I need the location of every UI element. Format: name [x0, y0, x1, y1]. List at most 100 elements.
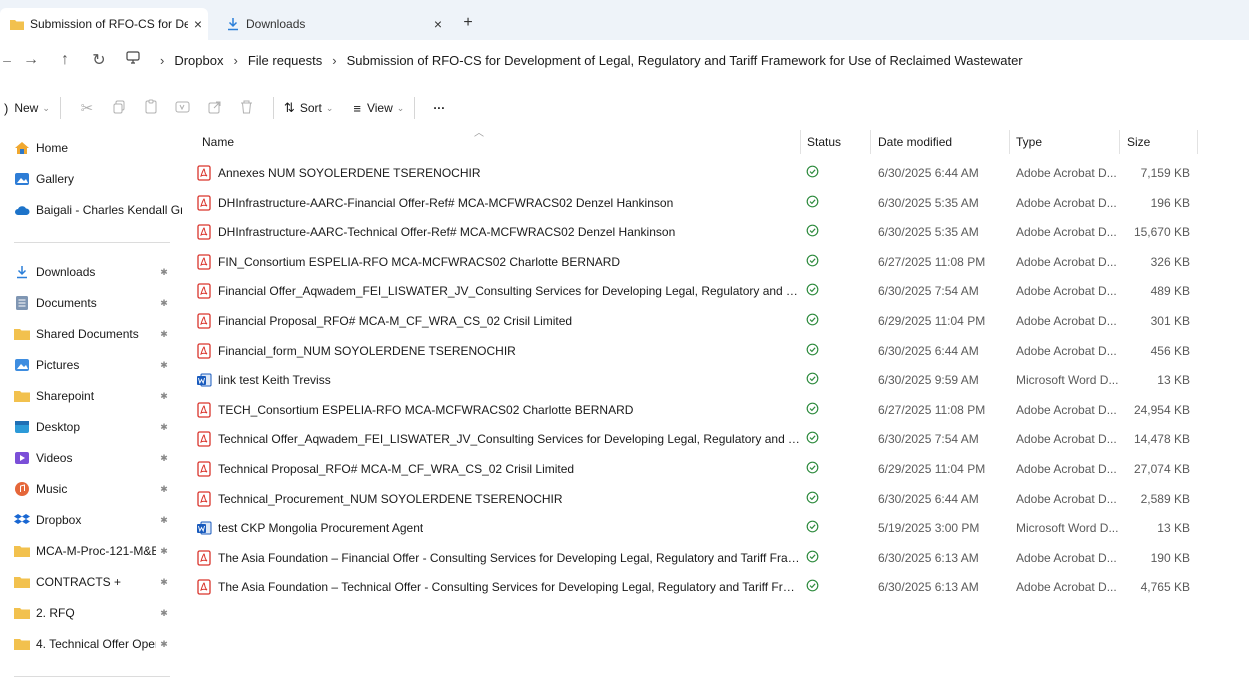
file-row[interactable]: The Asia Foundation – Technical Offer - … — [190, 572, 1190, 602]
pin-icon: ✱ — [160, 576, 168, 587]
column-divider[interactable] — [1009, 130, 1010, 154]
sidebar-item-pinned[interactable]: Documents ✱ — [0, 289, 182, 317]
file-row[interactable]: Annexes NUM SOYOLERDENE TSERENOCHIR 6/30/… — [190, 158, 1190, 188]
column-divider[interactable] — [800, 130, 801, 154]
sidebar-item-pinned[interactable]: Music ✱ — [0, 475, 182, 503]
share-button[interactable] — [199, 93, 231, 123]
sidebar-item-pinned[interactable]: 4. Technical Offer Openin ✱ — [0, 630, 182, 658]
column-divider[interactable] — [1197, 130, 1198, 154]
cut-button[interactable]: ✂ — [71, 93, 103, 123]
download-icon — [14, 264, 30, 280]
sidebar-item-pinned[interactable]: MCA-M-Proc-121-M&E I ✱ — [0, 537, 182, 565]
up-button[interactable]: ↑ — [48, 45, 82, 75]
synced-check-icon — [806, 431, 819, 447]
file-name-cell: Financial_form_NUM SOYOLERDENE TSERENOCH… — [196, 336, 800, 366]
new-button-label: New — [14, 101, 39, 115]
sync-status-cell — [806, 276, 866, 306]
file-row[interactable]: Financial Proposal_RFO# MCA-M_CF_WRA_CS_… — [190, 306, 1190, 336]
new-button[interactable]: ) New ⌄ — [0, 93, 50, 123]
close-tab-button[interactable]: × — [428, 16, 448, 32]
file-row[interactable]: Financial_form_NUM SOYOLERDENE TSERENOCH… — [190, 336, 1190, 366]
file-name-cell: Technical_Procurement_NUM SOYOLERDENE TS… — [196, 484, 800, 514]
new-plus-icon: ) — [4, 100, 9, 116]
pdf-file-icon — [196, 224, 212, 240]
column-divider[interactable] — [870, 130, 871, 154]
file-row[interactable]: link test Keith Treviss 6/30/2025 9:59 AM… — [190, 365, 1190, 395]
breadcrumb-item-dropbox[interactable]: Dropbox — [174, 53, 223, 68]
sidebar-item-label: Baigali - Charles Kendall Gro — [36, 203, 182, 217]
gallery-icon — [14, 171, 30, 187]
sidebar-item-pinned[interactable]: 2. RFQ ✱ — [0, 599, 182, 627]
sidebar-item-onedrive[interactable]: Baigali - Charles Kendall Gro — [0, 196, 182, 224]
synced-check-icon — [806, 343, 819, 359]
tab-file-request[interactable]: Submission of RFO-CS for Dev × — [0, 8, 208, 40]
file-name-cell: Annexes NUM SOYOLERDENE TSERENOCHIR — [196, 158, 800, 188]
forward-button[interactable]: → — [14, 45, 48, 75]
sort-button[interactable]: ⇅ Sort ⌄ — [284, 93, 333, 123]
file-row[interactable]: Financial Offer_Aqwadem_FEI_LISWATER_JV_… — [190, 276, 1190, 306]
column-header-name[interactable]: Name — [202, 128, 802, 156]
sidebar-item-label: Sharepoint — [36, 389, 95, 403]
back-button[interactable]: – — [0, 45, 14, 75]
file-row[interactable]: Technical Offer_Aqwadem_FEI_LISWATER_JV_… — [190, 424, 1190, 454]
delete-button[interactable] — [231, 93, 263, 123]
file-list: ︿ Name Status Date modified Type Size An… — [190, 128, 1249, 682]
breadcrumb-item-file-requests[interactable]: File requests — [248, 53, 322, 68]
file-name-cell: DHInfrastructure-AARC-Financial Offer-Re… — [196, 188, 800, 218]
sidebar-item-pinned[interactable]: Videos ✱ — [0, 444, 182, 472]
file-row[interactable]: DHInfrastructure-AARC-Financial Offer-Re… — [190, 188, 1190, 218]
file-row[interactable]: DHInfrastructure-AARC-Technical Offer-Re… — [190, 217, 1190, 247]
file-name-cell: The Asia Foundation – Technical Offer - … — [196, 572, 800, 602]
pdf-file-icon — [196, 194, 212, 211]
location-toggle-button[interactable] — [116, 45, 150, 75]
file-name: link test Keith Treviss — [218, 373, 331, 388]
sidebar-item-pinned[interactable]: Pictures ✱ — [0, 351, 182, 379]
folder-icon — [14, 543, 30, 559]
view-button[interactable]: ≡ View ⌄ — [353, 93, 404, 123]
sidebar-item-pinned[interactable]: Desktop ✱ — [0, 413, 182, 441]
file-size: 15,670 KB — [1133, 225, 1190, 240]
clipboard-icon — [144, 99, 158, 117]
sidebar-item-home[interactable]: Home — [0, 134, 182, 162]
tab-downloads[interactable]: Downloads × — [218, 8, 448, 40]
sidebar-item-pinned[interactable]: Shared Documents ✱ — [0, 320, 182, 348]
sidebar-item-pinned[interactable]: Downloads ✱ — [0, 258, 182, 286]
file-row[interactable]: TECH_Consortium ESPELIA-RFO MCA-MCFWRACS… — [190, 395, 1190, 425]
sidebar-item-pinned[interactable]: Dropbox ✱ — [0, 506, 182, 534]
pin-icon: ✱ — [160, 483, 168, 494]
date-modified: 6/27/2025 11:08 PM — [878, 254, 986, 269]
file-row[interactable]: The Asia Foundation – Financial Offer - … — [190, 543, 1190, 573]
pictures-icon — [14, 357, 30, 373]
sidebar-item-label: 2. RFQ — [36, 606, 75, 620]
sidebar-item-gallery[interactable]: Gallery — [0, 165, 182, 193]
sidebar-item-pinned[interactable]: Sharepoint ✱ — [0, 382, 182, 410]
column-header-size[interactable]: Size — [1127, 128, 1187, 156]
column-header-type[interactable]: Type — [1016, 128, 1126, 156]
file-name: Annexes NUM SOYOLERDENE TSERENOCHIR — [218, 166, 481, 180]
trash-icon — [240, 100, 253, 117]
file-row[interactable]: test CKP Mongolia Procurement Agent 5/19/… — [190, 513, 1190, 543]
rename-button[interactable] — [167, 93, 199, 123]
column-header-date[interactable]: Date modified — [878, 128, 1008, 156]
close-tab-button[interactable]: × — [188, 16, 208, 32]
new-tab-button[interactable]: + — [456, 12, 480, 36]
refresh-button[interactable]: ↻ — [82, 45, 116, 75]
paste-button[interactable] — [135, 93, 167, 123]
breadcrumb: › Dropbox › File requests › Submission o… — [160, 45, 1023, 75]
date-modified: 5/19/2025 3:00 PM — [878, 521, 980, 536]
sync-status-cell — [806, 365, 866, 395]
sidebar-item-pinned[interactable]: CONTRACTS + ✱ — [0, 568, 182, 596]
file-name-cell: link test Keith Treviss — [196, 365, 800, 395]
sort-button-label: Sort — [299, 101, 322, 115]
file-name: FIN_Consortium ESPELIA-RFO MCA-MCFWRACS0… — [218, 254, 621, 269]
sync-status-cell — [806, 336, 866, 366]
file-row[interactable]: Technical Proposal_RFO# MCA-M_CF_WRA_CS_… — [190, 454, 1190, 484]
breadcrumb-item-current-folder[interactable]: Submission of RFO-CS for Development of … — [347, 53, 1023, 68]
copy-button[interactable] — [103, 93, 135, 123]
more-options-button[interactable]: ··· — [425, 93, 453, 123]
column-header-status[interactable]: Status — [807, 128, 867, 156]
file-row[interactable]: Technical_Procurement_NUM SOYOLERDENE TS… — [190, 484, 1190, 514]
sidebar-item-label: Shared Documents — [36, 327, 139, 341]
file-row[interactable]: FIN_Consortium ESPELIA-RFO MCA-MCFWRACS0… — [190, 247, 1190, 277]
column-divider[interactable] — [1119, 130, 1120, 154]
